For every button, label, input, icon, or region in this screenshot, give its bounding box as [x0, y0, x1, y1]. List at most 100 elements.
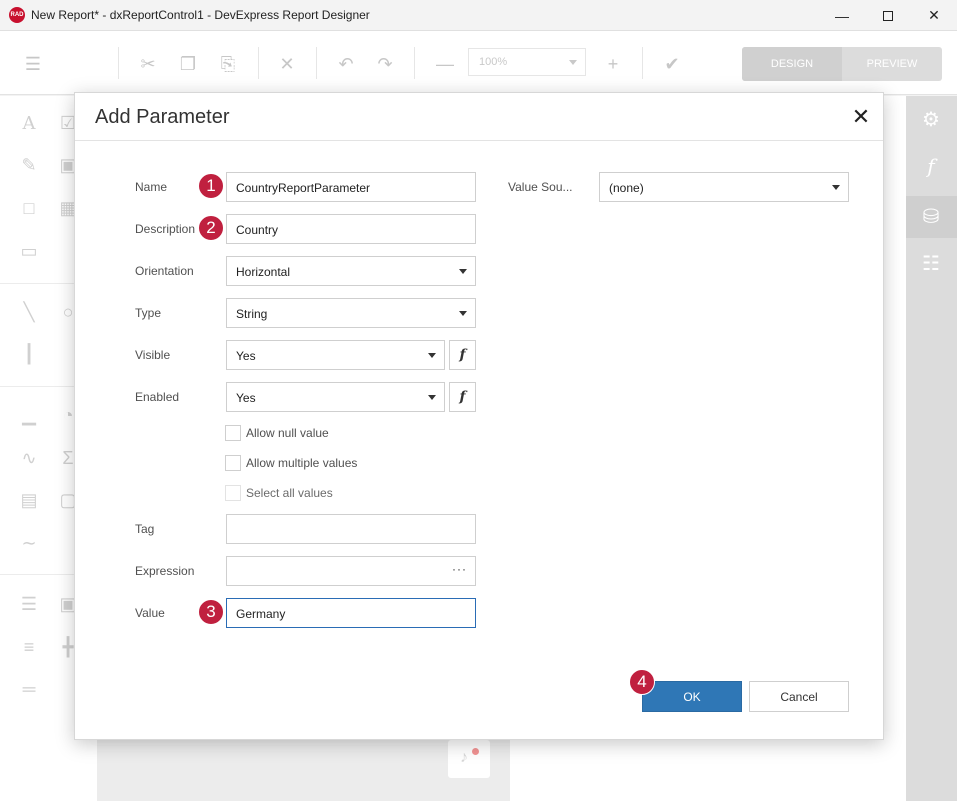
step-badge-2: 2: [198, 215, 224, 241]
delete-icon[interactable]: ✕: [276, 53, 298, 75]
enabled-value: Yes: [236, 391, 256, 405]
expression-field[interactable]: ···: [226, 556, 476, 586]
description-label: Description: [135, 222, 196, 236]
window-title: New Report* - dxReportControl1 - DevExpr…: [31, 8, 370, 22]
undo-icon[interactable]: ↶: [335, 53, 357, 75]
subreport-tool-icon[interactable]: ▤: [17, 488, 41, 512]
zoom-in-icon[interactable]: +: [602, 53, 624, 75]
maximize-icon[interactable]: [865, 0, 911, 31]
toolbar-divider: [118, 47, 119, 79]
notification-button[interactable]: ♪: [448, 740, 490, 778]
toolbar-divider: [316, 47, 317, 79]
allow-null-label: Allow null value: [246, 426, 329, 440]
zoom-out-icon[interactable]: —: [434, 53, 456, 75]
step-badge-1: 1: [198, 173, 224, 199]
type-label: Type: [135, 306, 162, 320]
chevron-down-icon: [428, 395, 436, 400]
tag-label: Tag: [135, 522, 155, 536]
allow-null-checkbox[interactable]: [225, 425, 241, 441]
copy-icon[interactable]: ❐: [177, 53, 199, 75]
toolbar-divider: [642, 47, 643, 79]
database-icon[interactable]: ⛁: [919, 204, 943, 228]
richtext-tool-icon[interactable]: ✎: [17, 153, 41, 177]
name-field[interactable]: CountryReportParameter: [226, 172, 476, 202]
chevron-down-icon: [459, 269, 467, 274]
visible-expression-button[interactable]: f: [449, 340, 476, 370]
close-icon[interactable]: ✕: [911, 0, 957, 31]
value-label: Value: [135, 606, 165, 620]
barcode-tool-icon[interactable]: ┃: [17, 342, 41, 366]
report-explorer-icon[interactable]: ☷: [919, 251, 943, 275]
step-badge-3: 3: [198, 599, 224, 625]
add-parameter-dialog: Add Parameter ✕ Name CountryReportParame…: [74, 92, 884, 740]
character-comb-tool-icon[interactable]: ▭: [17, 239, 41, 263]
redo-icon[interactable]: ↷: [374, 53, 396, 75]
value-field[interactable]: Germany: [226, 598, 476, 628]
toolbar-divider: [258, 47, 259, 79]
step-badge-4: 4: [629, 669, 655, 695]
validate-icon[interactable]: ✔: [661, 53, 683, 75]
chart-tool-icon[interactable]: ▁: [17, 403, 41, 427]
gear-icon[interactable]: ⚙: [919, 107, 943, 131]
select-all-checkbox: [225, 485, 241, 501]
name-label: Name: [135, 180, 168, 194]
orientation-label: Orientation: [135, 264, 194, 278]
window-title-bar: RAD New Report* - dxReportControl1 - Dev…: [0, 0, 957, 31]
right-rail: ⚙ f ⛁ ☷: [906, 96, 957, 801]
menu-icon[interactable]: ☰: [22, 53, 44, 75]
enabled-select[interactable]: Yes: [226, 382, 445, 412]
panel-tool-icon[interactable]: □: [17, 196, 41, 220]
visible-select[interactable]: Yes: [226, 340, 445, 370]
toc-tool-icon[interactable]: ☰: [17, 592, 41, 616]
orientation-value: Horizontal: [236, 265, 291, 279]
paste-icon[interactable]: ⎘: [217, 53, 239, 75]
type-select[interactable]: String: [226, 298, 476, 328]
allow-multiple-checkbox[interactable]: [225, 455, 241, 471]
dialog-header: Add Parameter ✕: [75, 93, 883, 141]
window-controls: — ✕: [819, 0, 957, 31]
chevron-down-icon: [832, 185, 840, 190]
select-all-option: Select all values: [225, 485, 333, 501]
ellipsis-button[interactable]: ···: [452, 562, 467, 576]
signature-tool-icon[interactable]: ∼: [17, 531, 41, 555]
value-source-label: Value Sou...: [508, 180, 573, 194]
value-source-value: (none): [609, 181, 644, 195]
line-tool-icon[interactable]: ╲: [17, 300, 41, 324]
expressions-icon[interactable]: f: [919, 154, 943, 178]
ok-button[interactable]: OK: [642, 681, 742, 712]
dialog-title: Add Parameter: [95, 106, 230, 128]
enabled-label: Enabled: [135, 390, 180, 404]
sparkline-tool-icon[interactable]: ∿: [17, 446, 41, 470]
tag-field[interactable]: [226, 514, 476, 544]
close-icon[interactable]: ✕: [849, 105, 873, 129]
bands-tool-icon[interactable]: ═: [17, 677, 41, 701]
expression-label: Expression: [135, 564, 195, 578]
allow-multiple-option[interactable]: Allow multiple values: [225, 455, 357, 471]
zoom-select[interactable]: 100%: [468, 48, 586, 76]
type-value: String: [236, 307, 268, 321]
orientation-select[interactable]: Horizontal: [226, 256, 476, 286]
value-source-select[interactable]: (none): [599, 172, 849, 202]
visible-label: Visible: [135, 348, 171, 362]
visible-value: Yes: [236, 349, 256, 363]
tab-preview[interactable]: PREVIEW: [842, 47, 942, 81]
tab-design[interactable]: DESIGN: [742, 47, 842, 81]
chevron-down-icon: [428, 353, 436, 358]
mode-switcher: DESIGN PREVIEW: [742, 47, 942, 81]
description-field[interactable]: Country: [226, 214, 476, 244]
label-tool-icon[interactable]: A: [17, 111, 41, 135]
notification-dot: [472, 748, 479, 755]
pagebreak-tool-icon[interactable]: ≡: [17, 635, 41, 659]
app-logo-icon: RAD: [9, 7, 25, 23]
allow-multiple-label: Allow multiple values: [246, 456, 358, 470]
bell-icon: ♪: [460, 749, 468, 766]
allow-null-option[interactable]: Allow null value: [225, 425, 329, 441]
minimize-icon[interactable]: —: [819, 0, 865, 31]
cancel-button[interactable]: Cancel: [749, 681, 849, 712]
enabled-expression-button[interactable]: f: [449, 382, 476, 412]
cut-icon[interactable]: ✂: [137, 53, 159, 75]
zoom-value: 100%: [479, 56, 508, 68]
select-all-label: Select all values: [246, 486, 333, 500]
toolbar-divider: [414, 47, 415, 79]
designer-toolbar: ☰ ✂ ❐ ⎘ ✕ ↶ ↷ — 100% + ✔ DESIGN PREVIEW: [0, 31, 957, 95]
